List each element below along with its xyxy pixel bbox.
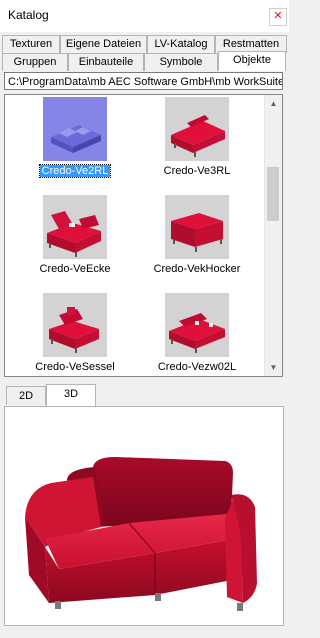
grid-item-credo-vezw02l[interactable]: Credo-Vezw02L [145, 293, 249, 373]
vertical-scrollbar[interactable]: ▲ ▼ [264, 95, 282, 376]
item-label: Credo-Ve2RL [38, 164, 112, 178]
tab-3d[interactable]: 3D [46, 384, 96, 406]
tab-symbole[interactable]: Symbole [144, 53, 218, 71]
item-label: Credo-VeEcke [39, 263, 111, 275]
title-bar: Katalog ✕ [0, 0, 289, 32]
thumbnail-image [43, 293, 107, 357]
grid-item-credo-ve2rl[interactable]: Credo-Ve2RL [23, 97, 127, 178]
sofa-3d-render [25, 457, 257, 611]
item-label: Credo-Vezw02L [157, 361, 237, 373]
object-grid: Credo-Ve2RL Credo-Ve3RL Credo-VeEcke Cre… [4, 94, 283, 377]
tab-einbauteile[interactable]: Einbauteile [68, 53, 144, 71]
thumbnail-image [43, 97, 107, 161]
tab-gruppen[interactable]: Gruppen [2, 53, 68, 71]
item-label: Credo-VekHocker [153, 263, 241, 275]
tab-texturen[interactable]: Texturen [2, 35, 60, 53]
grid-item-credo-veecke[interactable]: Credo-VeEcke [23, 195, 127, 275]
thumbnail-image [165, 97, 229, 161]
scroll-down-arrow-icon[interactable]: ▼ [265, 359, 282, 376]
thumbnail-image [43, 195, 107, 259]
3d-preview-panel[interactable] [4, 406, 284, 626]
close-button[interactable]: ✕ [269, 8, 287, 26]
scrollbar-thumb[interactable] [267, 167, 279, 221]
close-icon: ✕ [273, 10, 283, 22]
grid-item-credo-vekhocker[interactable]: Credo-VekHocker [145, 195, 249, 275]
window-title: Katalog [8, 8, 49, 22]
thumbnail-image [165, 195, 229, 259]
tab-objekte[interactable]: Objekte [218, 51, 286, 71]
grid-item-credo-ve3rl[interactable]: Credo-Ve3RL [145, 97, 249, 177]
grid-item-credo-vesessel[interactable]: Credo-VeSessel [23, 293, 127, 373]
path-field[interactable]: C:\ProgramData\mb AEC Software GmbH\mb W… [4, 72, 283, 90]
item-label: Credo-Ve3RL [163, 165, 231, 177]
tab-eigene-dateien[interactable]: Eigene Dateien [60, 35, 147, 53]
thumbnail-image [165, 293, 229, 357]
tab-2d[interactable]: 2D [6, 386, 46, 405]
tab-lv-katalog[interactable]: LV-Katalog [147, 35, 215, 53]
item-label: Credo-VeSessel [35, 361, 115, 373]
scroll-up-arrow-icon[interactable]: ▲ [265, 95, 282, 112]
